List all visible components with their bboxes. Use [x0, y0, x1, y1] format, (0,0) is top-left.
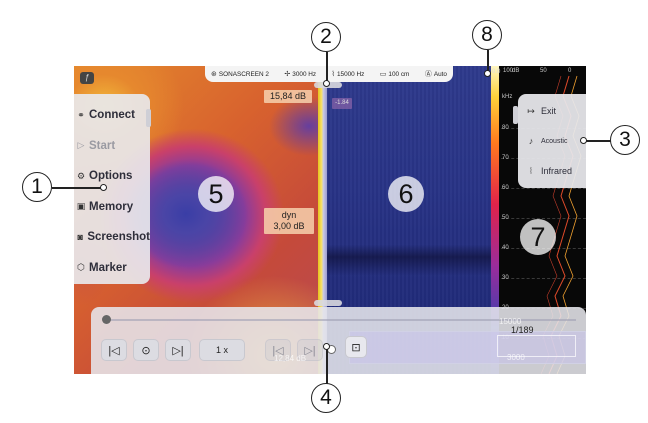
device-name: SONASCREEN 2 [218, 70, 269, 78]
freq-high-value: 15000 Hz [336, 70, 365, 78]
callout-4-pin [323, 343, 330, 350]
max-db-readout: 15,84 dB [264, 90, 312, 103]
save-clip-button[interactable]: ⊡ [345, 336, 367, 358]
play-button[interactable]: ⊙ [133, 339, 159, 361]
sonascreen-app-window: 0.0 100 dB 50 0 kHz 80 70 60 50 40 30 20… [74, 66, 586, 374]
playback-bar: |◁ ⊙ ▷| 1 x |◁ ▷| 12,84 dB ⊡ 1/189 15000… [91, 307, 586, 374]
menu-infrared-label: Infrared [541, 166, 573, 176]
ghost-hz-high: 15000 [499, 317, 522, 326]
callout-2-pin [323, 80, 330, 87]
ghost-hz-low: 3000 [507, 353, 525, 362]
gain-value: Auto [433, 70, 447, 78]
menu-memory[interactable]: ▣ Memory [74, 192, 150, 223]
ruler-icon: ▭ [379, 71, 387, 78]
menu-start[interactable]: ▷ Start [74, 131, 150, 162]
distance-setting[interactable]: ▭ 100 cm [379, 70, 410, 79]
exit-icon: ↦ [527, 105, 535, 116]
menu-connect[interactable]: ⚭ Connect [74, 100, 150, 131]
frame-counter: 1/189 [511, 325, 534, 335]
callout-1-leader [52, 187, 102, 189]
callout-3-leader [585, 140, 611, 142]
callout-2-leader [326, 52, 328, 82]
view-mode-menu-grip[interactable] [513, 106, 518, 124]
callout-4-leader [326, 346, 328, 384]
music-note-icon: ♪ [528, 136, 534, 146]
side-menu-grip[interactable] [146, 109, 151, 127]
freq-low-setting[interactable]: ✢ 3000 Hz [284, 70, 317, 79]
menu-start-label: Start [89, 139, 116, 152]
dyn-label: dyn [281, 210, 297, 220]
freq-high-setting[interactable]: ⌇ 15000 Hz [331, 70, 365, 79]
ghost-db-readout: 12,84 dB [274, 354, 307, 363]
skip-forward-button[interactable]: ▷| [165, 339, 191, 361]
callout-8-pin [484, 70, 491, 77]
menu-exit-label: Exit [541, 106, 557, 116]
marker-icon: ⬡ [77, 262, 85, 273]
freq-low-value: 3000 Hz [292, 70, 317, 78]
menu-marker[interactable]: ⬡ Marker [74, 253, 150, 284]
save-icon: ⊡ [351, 341, 361, 354]
callout-3: 3 [610, 125, 640, 155]
callout-5: 5 [198, 176, 234, 212]
skip-forward-icon: ▷| [172, 344, 184, 357]
progress-knob[interactable] [102, 315, 111, 324]
menu-memory-label: Memory [89, 200, 134, 213]
skip-back-icon: |◁ [108, 344, 120, 357]
menu-acoustic[interactable]: ♪ Acoustic [518, 126, 586, 156]
menu-connect-label: Connect [89, 109, 135, 122]
gear-icon: ⚙ [76, 170, 86, 181]
callout-1-pin [100, 184, 107, 191]
callout-6: 6 [388, 176, 424, 212]
menu-exit[interactable]: ↦ Exit [518, 96, 586, 126]
menu-infrared[interactable]: ⦚ Infrared [518, 156, 586, 186]
menu-acoustic-label: Acoustic [541, 137, 568, 145]
save-icon: ▣ [76, 201, 86, 212]
menu-options-label: Options [89, 170, 133, 183]
divider-handle-bottom[interactable] [314, 300, 342, 306]
menu-marker-label: Marker [89, 261, 127, 274]
menu-screenshot[interactable]: ◙ Screenshot [74, 222, 150, 253]
top-toolbar: ⊛ SONASCREEN 2 ✢ 3000 Hz ⌇ 15000 Hz ▭ 100 cm… [205, 66, 453, 82]
camera-icon: ◙ [77, 232, 83, 243]
callout-3-pin [580, 137, 587, 144]
view-mode-menu: ↦ Exit ♪ Acoustic ⦚ Infrared [513, 94, 586, 188]
infrared-icon: ⦚ [530, 165, 532, 176]
side-menu: ⚭ Connect ▷ Start ⚙ Options ▣ Memory ◙ Screen… [74, 94, 151, 284]
link-icon: ⚭ [77, 109, 85, 120]
annotated-screenshot: 0.0 100 dB 50 0 kHz 80 70 60 50 40 30 20… [0, 0, 648, 423]
skip-back-button[interactable]: |◁ [101, 339, 127, 361]
freq-low-icon: ✢ [284, 71, 291, 78]
auto-icon: Ⓐ [424, 71, 432, 78]
callout-4: 4 [311, 383, 341, 413]
callout-8-leader [487, 50, 489, 72]
dynamic-range-readout[interactable]: dyn 3,00 dB [264, 208, 314, 234]
camera-offset-label: -1.84 [332, 98, 352, 109]
app-logo: ƒ [80, 72, 94, 84]
play-circle-icon: ⊙ [141, 344, 151, 357]
device-icon: ⊛ [211, 71, 217, 78]
device-indicator[interactable]: ⊛ SONASCREEN 2 [211, 70, 269, 79]
speed-button[interactable]: 1 x [199, 339, 245, 361]
menu-screenshot-label: Screenshot [87, 231, 150, 244]
gain-setting[interactable]: Ⓐ Auto [425, 69, 447, 79]
callout-2: 2 [311, 22, 341, 52]
distance-value: 100 cm [388, 70, 410, 78]
callout-1: 1 [22, 172, 52, 202]
callout-7: 7 [520, 219, 556, 255]
dyn-value: 3,00 dB [273, 221, 305, 231]
freq-high-icon: ⌇ [331, 71, 335, 78]
play-icon: ▷ [77, 140, 85, 151]
callout-8: 8 [472, 20, 502, 50]
